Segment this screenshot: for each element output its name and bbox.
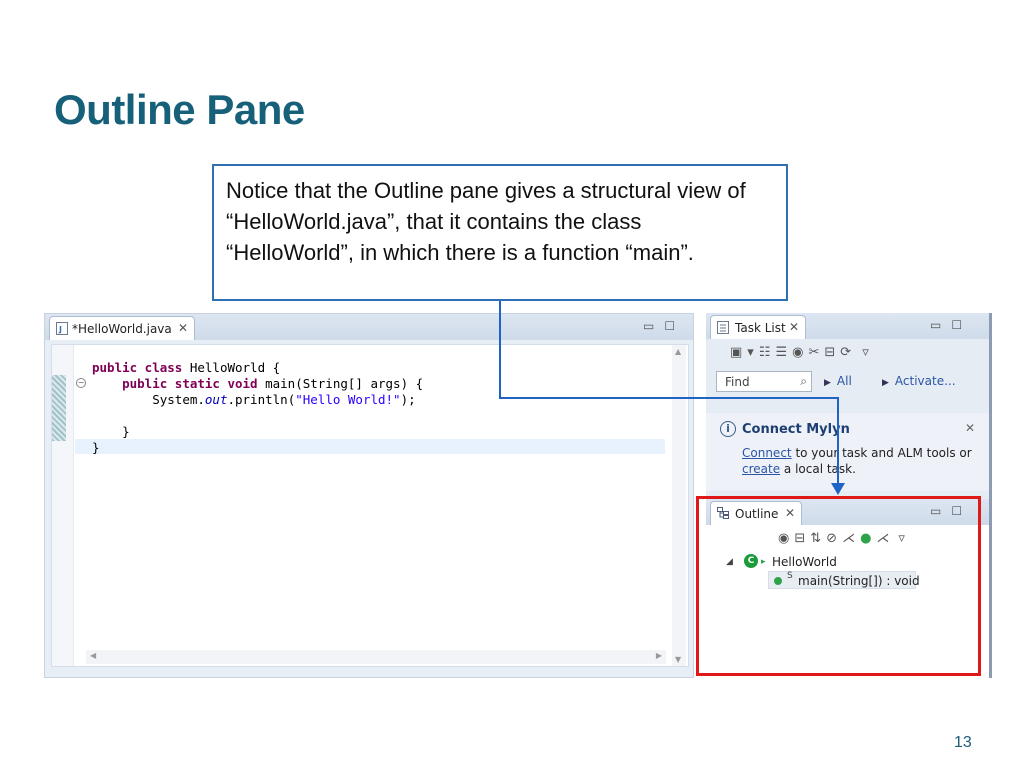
connector-line <box>499 301 839 486</box>
arrow-head-icon <box>831 483 845 495</box>
callout-connector <box>499 301 845 495</box>
page-number: 13 <box>954 734 972 751</box>
